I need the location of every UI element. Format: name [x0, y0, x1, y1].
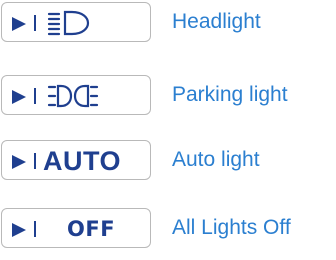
option-row-all-lights-off: OFF All Lights Off	[0, 208, 336, 250]
separator	[34, 88, 36, 104]
option-row-auto-light: AUTO Auto light	[0, 140, 336, 182]
headlight-icon	[47, 10, 90, 36]
play-icon	[12, 17, 26, 31]
separator	[34, 15, 36, 31]
all-lights-off-label: All Lights Off	[172, 216, 291, 239]
option-row-parking-light: Parking light	[0, 75, 336, 117]
play-icon	[12, 223, 26, 237]
separator	[34, 153, 36, 169]
auto-light-button[interactable]: AUTO	[1, 140, 151, 180]
headlight-label: Headlight	[172, 10, 261, 33]
option-row-headlight: Headlight	[0, 2, 336, 44]
separator	[34, 221, 36, 237]
play-icon	[12, 155, 26, 169]
parking-light-icon	[47, 84, 99, 108]
auto-text: AUTO	[43, 146, 122, 176]
all-lights-off-button[interactable]: OFF	[1, 208, 151, 248]
off-text: OFF	[67, 217, 116, 241]
auto-light-label: Auto light	[172, 148, 260, 171]
parking-light-label: Parking light	[172, 83, 288, 106]
headlight-button[interactable]	[1, 2, 151, 42]
parking-light-button[interactable]	[1, 75, 151, 115]
play-icon	[12, 90, 26, 104]
